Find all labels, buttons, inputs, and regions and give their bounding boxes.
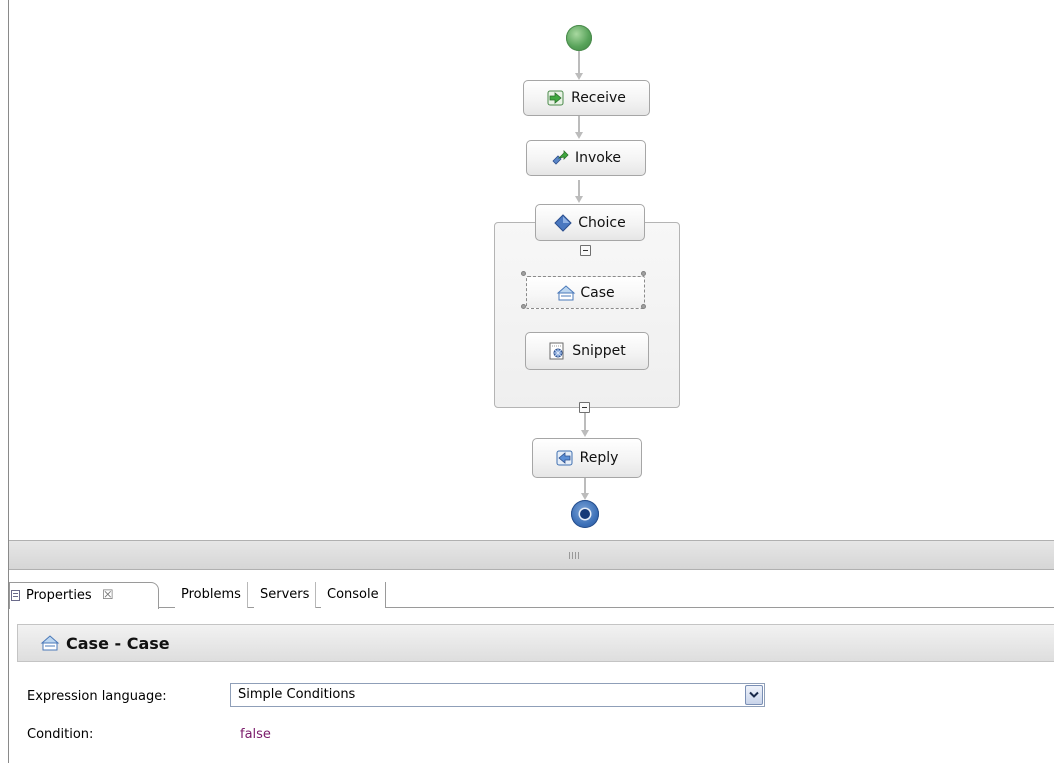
invoke-activity[interactable]: Invoke — [526, 140, 646, 176]
chevron-down-icon — [749, 691, 759, 698]
tab-console[interactable]: Console — [321, 582, 386, 608]
snippet-icon — [548, 342, 566, 360]
expression-language-select[interactable]: Simple Conditions — [230, 683, 765, 707]
receive-label: Receive — [571, 90, 626, 106]
invoke-label: Invoke — [574, 150, 622, 166]
tab-properties[interactable]: Properties ☒ — [9, 582, 159, 609]
editor-window: Receive Invoke Choice Case Snippet Reply… — [8, 0, 1054, 763]
tab-console-label: Console — [327, 587, 379, 602]
tab-servers[interactable]: Servers — [254, 582, 317, 608]
collapse-case-button[interactable] — [579, 402, 590, 413]
condition-label: Condition: — [27, 727, 94, 742]
properties-header: Case - Case — [17, 624, 1054, 662]
snippet-activity[interactable]: Snippet — [525, 332, 649, 370]
close-icon[interactable]: ☒ — [102, 588, 114, 603]
selection-handle[interactable] — [521, 304, 526, 309]
selection-handle[interactable] — [521, 271, 526, 276]
view-tab-bar: Properties ☒ Problems Servers Console — [9, 578, 1054, 609]
invoke-icon — [551, 149, 569, 167]
expression-language-value: Simple Conditions — [238, 687, 356, 702]
reply-activity[interactable]: Reply — [532, 438, 642, 478]
expression-language-label: Expression language: — [27, 689, 167, 704]
selection-handle[interactable] — [641, 271, 646, 276]
tab-properties-label: Properties — [26, 588, 92, 603]
condition-value[interactable]: false — [240, 727, 271, 742]
tab-problems[interactable]: Problems — [175, 582, 248, 608]
case-icon — [556, 284, 576, 302]
start-node[interactable] — [566, 25, 592, 51]
snippet-label: Snippet — [572, 343, 626, 359]
tab-problems-label: Problems — [181, 587, 241, 602]
arrow-in-icon — [547, 89, 565, 107]
case-activity[interactable]: Case — [526, 276, 645, 309]
view-sash[interactable] — [9, 540, 1054, 570]
dropdown-button[interactable] — [745, 685, 763, 705]
process-canvas[interactable]: Receive Invoke Choice Case Snippet Reply — [9, 0, 1054, 540]
properties-view-icon — [11, 590, 20, 601]
diamond-icon — [554, 213, 572, 232]
receive-activity[interactable]: Receive — [523, 80, 650, 116]
case-label: Case — [580, 284, 615, 301]
properties-title: Case - Case — [66, 633, 170, 653]
sash-grip[interactable] — [569, 552, 579, 559]
collapse-choice-button[interactable] — [580, 245, 591, 256]
choice-label: Choice — [578, 214, 626, 231]
selection-handle[interactable] — [641, 304, 646, 309]
case-icon — [40, 634, 60, 652]
reply-icon — [556, 449, 574, 467]
reply-label: Reply — [579, 450, 619, 466]
choice-activity[interactable]: Choice — [535, 204, 645, 241]
tab-servers-label: Servers — [260, 587, 310, 602]
end-node[interactable] — [571, 500, 599, 528]
